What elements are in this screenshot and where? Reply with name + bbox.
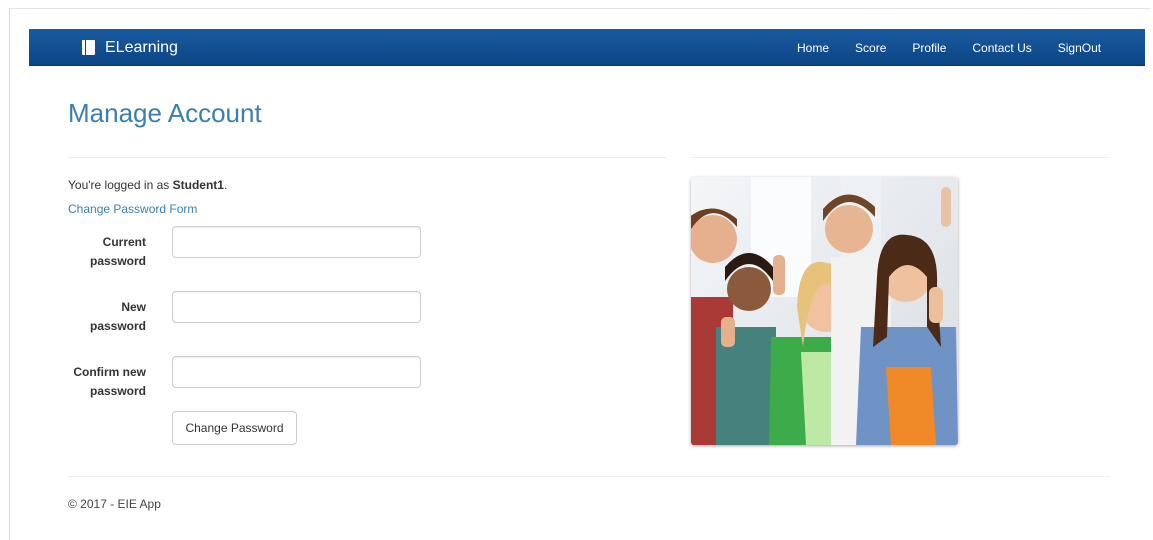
page-title: Manage Account — [68, 98, 262, 128]
nav-contact-us[interactable]: Contact Us — [972, 41, 1031, 55]
change-password-button[interactable]: Change Password — [172, 411, 297, 445]
current-password-input[interactable] — [172, 226, 421, 258]
confirm-password-input[interactable] — [172, 356, 421, 388]
new-password-label-line2: password — [89, 319, 146, 333]
current-password-label-line2: password — [89, 254, 146, 268]
nav-menu: Home Score Profile Contact Us SignOut — [797, 29, 1127, 66]
current-password-label-line1: Current — [102, 235, 146, 249]
book-icon — [82, 40, 95, 55]
nav-score[interactable]: Score — [855, 41, 886, 55]
username: Student1 — [172, 178, 224, 192]
logged-in-text: You're logged in as Student1. — [68, 178, 227, 192]
footer-divider — [68, 476, 1110, 477]
confirm-password-label-line2: password — [89, 384, 146, 398]
browser-frame — [9, 8, 1150, 540]
form-title: Change Password Form — [68, 202, 198, 216]
navbar: ELearning Home Score Profile Contact Us … — [29, 29, 1145, 66]
students-photo — [691, 177, 958, 445]
divider-right — [691, 157, 1109, 158]
confirm-password-label: Confirm new password — [68, 363, 146, 401]
footer-text: © 2017 - EIE App — [68, 497, 161, 511]
nav-home[interactable]: Home — [797, 41, 829, 55]
divider-left — [68, 157, 666, 158]
confirm-password-label-line1: Confirm new — [73, 365, 146, 379]
new-password-label: New password — [68, 298, 146, 336]
brand-label: ELearning — [105, 38, 178, 56]
nav-profile[interactable]: Profile — [912, 41, 946, 55]
logged-in-suffix: . — [223, 178, 228, 192]
brand-link[interactable]: ELearning — [82, 29, 178, 66]
new-password-label-line1: New — [121, 300, 146, 314]
logged-in-prefix: You're logged in as — [68, 178, 173, 192]
nav-signout[interactable]: SignOut — [1058, 41, 1101, 55]
current-password-label: Current password — [68, 233, 146, 271]
new-password-input[interactable] — [172, 291, 421, 323]
